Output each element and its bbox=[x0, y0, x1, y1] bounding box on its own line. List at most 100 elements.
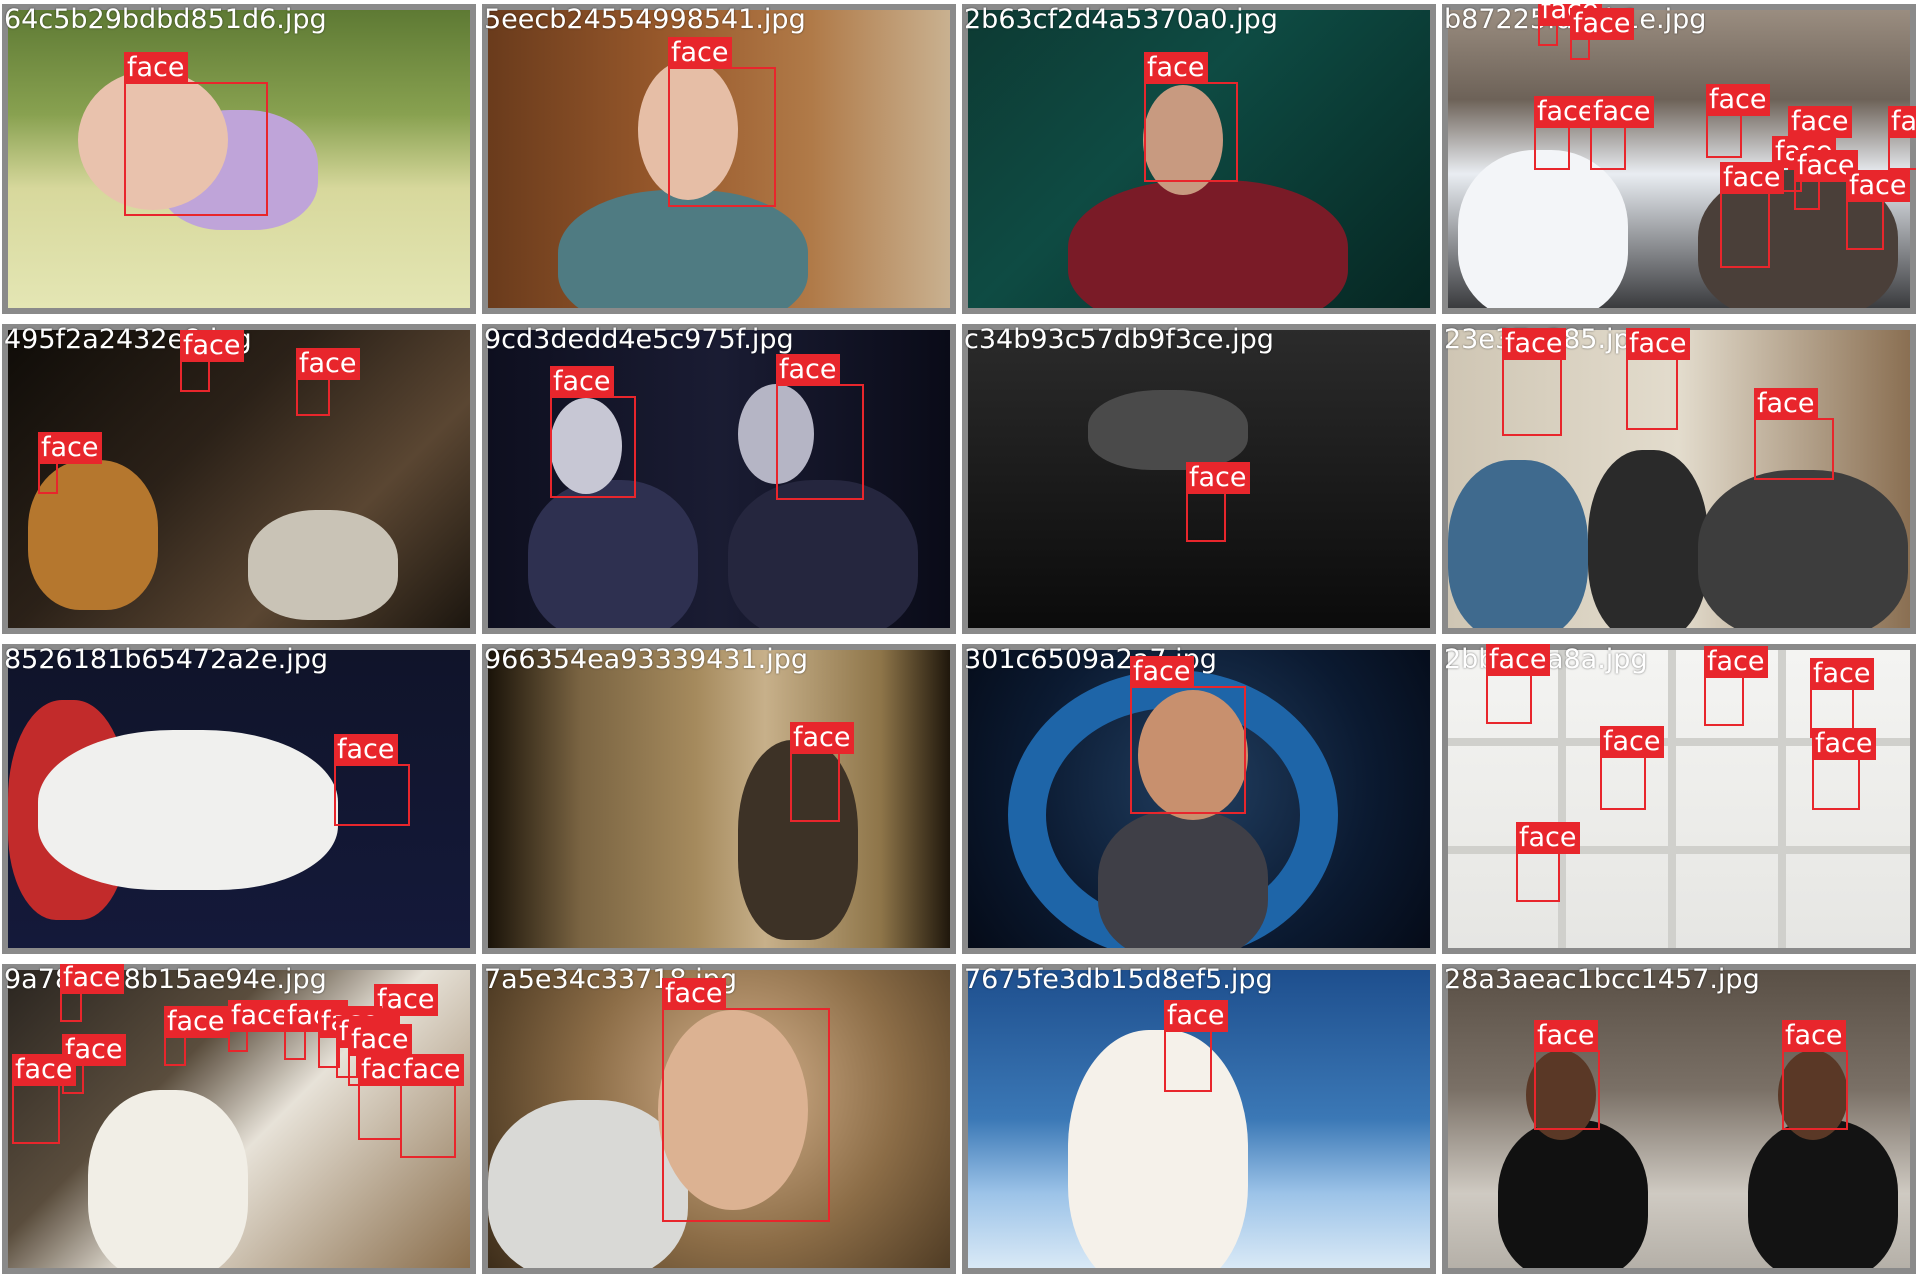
face-label: face bbox=[1570, 8, 1634, 40]
face-label: face bbox=[1626, 328, 1690, 360]
face-bounding-box: face bbox=[1516, 822, 1580, 902]
face-label: face bbox=[180, 330, 244, 362]
image-tile: 5eecb24554998541.jpg face bbox=[482, 4, 956, 314]
face-label: face bbox=[1888, 106, 1916, 138]
face-label: face bbox=[1486, 644, 1550, 676]
face-bounding-box: face bbox=[1754, 388, 1834, 480]
face-bounding-box: face bbox=[1888, 106, 1916, 170]
filename-label: 5eecb24554998541.jpg bbox=[484, 4, 806, 35]
face-label: face bbox=[662, 978, 726, 1010]
image-tile: 64c5b29bdbd851d6.jpg face bbox=[2, 4, 476, 314]
face-bounding-box: face bbox=[334, 734, 410, 826]
face-label: face bbox=[164, 1006, 228, 1038]
face-bounding-box: face bbox=[1706, 84, 1770, 158]
face-bounding-box: face bbox=[164, 1006, 228, 1066]
face-label: face bbox=[1782, 1020, 1846, 1052]
face-label: face bbox=[60, 964, 124, 994]
image-tile: 966354ea93339431.jpg face bbox=[482, 644, 956, 954]
face-label: face bbox=[1704, 646, 1768, 678]
face-label: face bbox=[38, 432, 102, 464]
face-bounding-box: face bbox=[668, 37, 776, 207]
face-bounding-box: face bbox=[124, 52, 268, 216]
face-bounding-box: face bbox=[776, 354, 864, 500]
image-tile: 301c6509a2a7.jpg face bbox=[962, 644, 1436, 954]
filename-label: 2b63cf2d4a5370a0.jpg bbox=[964, 4, 1278, 35]
image-tile: c34b93c57db9f3ce.jpg face bbox=[962, 324, 1436, 634]
photo-shakespeare-folio bbox=[488, 650, 950, 948]
face-bounding-box: face bbox=[1782, 1020, 1848, 1130]
filename-label: 64c5b29bdbd851d6.jpg bbox=[4, 4, 327, 35]
filename-label: 9a789d68b15ae94e.jpg bbox=[4, 964, 327, 995]
face-label: face bbox=[1516, 822, 1580, 854]
face-bounding-box: face bbox=[1534, 1020, 1600, 1130]
filename-label: 28a3aeac1bcc1457.jpg bbox=[1444, 964, 1760, 995]
image-mosaic: 64c5b29bdbd851d6.jpg face 5eecb245549985… bbox=[0, 0, 1920, 1280]
face-bounding-box: face bbox=[1600, 726, 1664, 810]
face-label: face bbox=[1846, 170, 1910, 202]
face-bounding-box: face bbox=[790, 722, 854, 822]
face-bounding-box: face bbox=[284, 1000, 348, 1060]
filename-label: 7675fe3db15d8ef5.jpg bbox=[964, 964, 1273, 995]
face-bounding-box: face bbox=[1590, 96, 1654, 170]
filename-label: c34b93c57db9f3ce.jpg bbox=[964, 324, 1274, 355]
face-bounding-box: face bbox=[228, 1000, 292, 1052]
face-label: face bbox=[1754, 388, 1818, 420]
face-label: face bbox=[1590, 96, 1654, 128]
face-label: face bbox=[790, 722, 854, 754]
image-tile: 7a5e34c33718.jpg face bbox=[482, 964, 956, 1274]
face-bounding-box: face bbox=[1794, 150, 1858, 210]
face-bounding-box: face bbox=[662, 978, 830, 1222]
face-bounding-box: face bbox=[296, 348, 360, 416]
face-label: face bbox=[550, 366, 614, 398]
image-tile: 2b63cf2d4a5370a0.jpg face bbox=[962, 4, 1436, 314]
face-bounding-box: face bbox=[1570, 8, 1634, 60]
image-tile: 7675fe3db15d8ef5.jpg face bbox=[962, 964, 1436, 1274]
face-label: face bbox=[334, 734, 398, 766]
image-tile: 23e37e385.jpg face face face bbox=[1442, 324, 1916, 634]
filename-label: 966354ea93339431.jpg bbox=[484, 644, 809, 675]
face-bounding-box: face bbox=[358, 1054, 422, 1140]
filename-label: 8526181b65472a2e.jpg bbox=[4, 644, 328, 675]
image-tile: 9a789d68b15ae94e.jpg face face face face… bbox=[2, 964, 476, 1274]
face-label: face bbox=[400, 1054, 464, 1086]
image-tile: b87225fa1cb1e.jpg face face face face fa… bbox=[1442, 4, 1916, 314]
face-bounding-box: face bbox=[1720, 162, 1784, 268]
face-bounding-box: face bbox=[550, 366, 636, 498]
face-bounding-box: face bbox=[1538, 4, 1602, 46]
face-bounding-box: face bbox=[1130, 656, 1246, 814]
filename-label: 9cd3dedd4e5c975f.jpg bbox=[484, 324, 794, 355]
face-label: face bbox=[124, 52, 188, 84]
face-bounding-box: face bbox=[1144, 52, 1238, 182]
face-label: face bbox=[1534, 96, 1598, 128]
face-label: face bbox=[1144, 52, 1208, 84]
face-label: face bbox=[1810, 658, 1874, 690]
face-label: face bbox=[1502, 328, 1566, 360]
face-label: face bbox=[1164, 1000, 1228, 1032]
face-label: face bbox=[1788, 106, 1852, 138]
image-tile: 2bb05ba8a.jpg face face face face face f… bbox=[1442, 644, 1916, 954]
face-bounding-box: face bbox=[1626, 328, 1690, 430]
image-tile: 9cd3dedd4e5c975f.jpg face face bbox=[482, 324, 956, 634]
face-label: face bbox=[1186, 462, 1250, 494]
face-label: face bbox=[1706, 84, 1770, 116]
face-label: face bbox=[12, 1054, 76, 1086]
face-label: face bbox=[1130, 656, 1194, 688]
face-bounding-box: face bbox=[38, 432, 102, 494]
face-bounding-box: face bbox=[1534, 96, 1598, 170]
face-bounding-box: face bbox=[1812, 728, 1876, 810]
face-label: face bbox=[1720, 162, 1784, 194]
face-label: face bbox=[374, 984, 438, 1016]
face-label: face bbox=[228, 1000, 292, 1032]
photo-painting bbox=[8, 330, 470, 628]
face-label: face bbox=[348, 1024, 412, 1056]
face-bounding-box: face bbox=[180, 330, 244, 392]
face-label: face bbox=[1600, 726, 1664, 758]
face-bounding-box: face bbox=[1704, 646, 1768, 726]
face-bounding-box: face bbox=[1186, 462, 1250, 542]
image-tile: 28a3aeac1bcc1457.jpg face face bbox=[1442, 964, 1916, 1274]
face-label: face bbox=[776, 354, 840, 386]
face-label: face bbox=[1534, 1020, 1598, 1052]
face-label: face bbox=[668, 37, 732, 69]
face-bounding-box: face bbox=[60, 964, 124, 1022]
face-bounding-box: face bbox=[1164, 1000, 1228, 1092]
